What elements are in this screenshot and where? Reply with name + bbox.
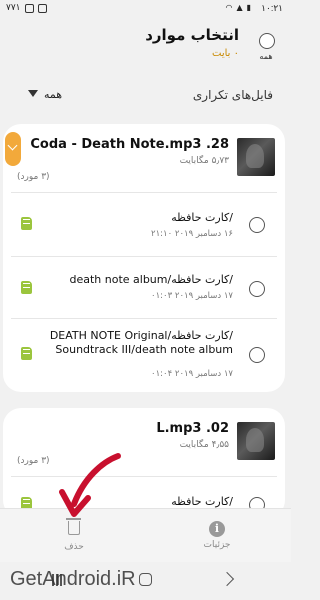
watermark: GetAndroid.iR [10,568,136,590]
delete-label: حذف [64,542,84,552]
page-title: انتخاب موارد [145,26,239,44]
bottom-action-bar: حذف i جزئیات [0,508,291,562]
status-right-icons: ◠ ▲ ▮ [225,3,251,12]
filter-dropdown[interactable]: همه [44,88,62,101]
group-size: ۴٫۵۵ مگابایت [179,440,229,450]
selected-size: ۰ بایت [212,48,239,59]
selection-header: انتخاب موارد ۰ بایت همه [0,20,291,70]
home-icon[interactable] [139,573,152,586]
clock: ۱۰:۲۱ [261,3,283,13]
file-select-radio[interactable] [249,347,265,363]
status-left-icons: ۷۷۱ [6,3,47,13]
album-art-thumbnail [237,422,275,460]
duplicate-group: 02. L.mp3 ۴٫۵۵ مگابایت (۳ مورد) /کارت حا… [3,408,285,518]
group-count: (۳ مورد) [17,172,50,182]
file-select-radio[interactable] [249,217,265,233]
collapse-button[interactable] [5,132,21,166]
details-button[interactable]: i جزئیات [187,517,247,550]
chevron-up-icon [7,140,18,151]
annotation-arrow-icon [59,453,121,517]
file-date: ۱۷ دسامبر ۲۰۱۹ ۰۱:۰۳ [151,291,233,301]
details-label: جزئیات [203,540,231,550]
group-header[interactable]: 28. Coda - Death Note.mp3 ۵٫۷۳ مگابایت (… [3,124,285,192]
select-all-radio[interactable] [259,33,275,49]
file-row[interactable]: /کارت حافظه ۱۶ دسامبر ۲۰۱۹ ۲۱:۱۰ [11,192,277,256]
album-art-thumbnail [237,138,275,176]
signal-icon: ▲ [236,3,243,12]
file-path: /کارت حافظه/death note album [69,273,233,286]
file-date: ۱۶ دسامبر ۲۰۱۹ ۲۱:۱۰ [151,229,233,239]
select-all-label: همه [259,52,273,61]
group-count: (۳ مورد) [17,456,50,466]
group-size: ۵٫۷۳ مگابایت [179,156,229,166]
group-title: 02. L.mp3 [156,421,229,436]
wifi-icon: ◠ [225,3,233,12]
group-title: 28. Coda - Death Note.mp3 [30,137,229,152]
dropdown-arrow-icon[interactable] [28,90,38,97]
sd-card-icon [21,347,32,360]
back-icon[interactable] [219,571,235,587]
filter-label: فایل‌های تکراری [192,88,273,102]
notification-count: ۷۷۱ [6,3,21,13]
file-path: /کارت حافظه [171,211,233,224]
duplicate-group: 28. Coda - Death Note.mp3 ۵٫۷۳ مگابایت (… [3,124,285,392]
group-header[interactable]: 02. L.mp3 ۴٫۵۵ مگابایت (۳ مورد) [3,408,285,476]
filter-row: فایل‌های تکراری همه [0,84,291,108]
status-bar: ۷۷۱ ◠ ▲ ▮ ۱۰:۲۱ [0,0,291,18]
info-icon: i [209,521,225,537]
sd-card-icon [21,281,32,294]
message-icon [37,3,47,13]
file-path: /کارت حافظه/DEATH NOTE Original Soundtra… [49,329,233,356]
file-row[interactable]: /کارت حافظه/death note album ۱۷ دسامبر ۲… [11,256,277,318]
file-select-radio[interactable] [249,281,265,297]
file-row[interactable]: /کارت حافظه/DEATH NOTE Original Soundtra… [11,318,277,392]
sd-card-icon [21,217,32,230]
gallery-icon [24,3,34,13]
battery-icon: ▮ [246,3,251,12]
file-date: ۱۷ دسامبر ۲۰۱۹ ۰۱:۰۴ [151,369,233,379]
